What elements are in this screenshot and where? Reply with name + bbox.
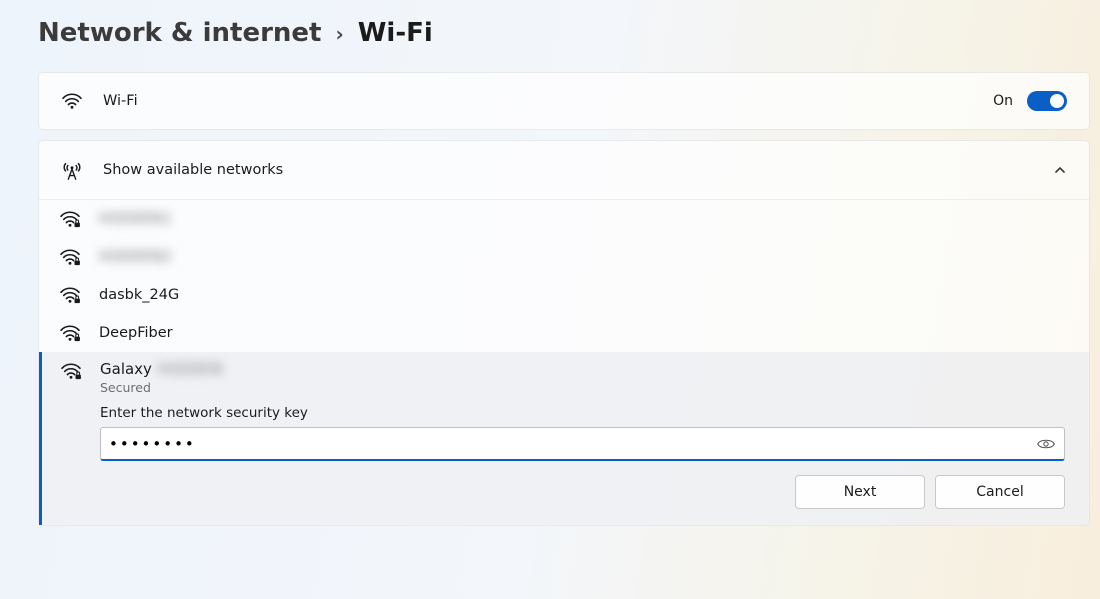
network-list: HIDDEN1 HIDDEN2 — [39, 200, 1089, 525]
available-networks-label: Show available networks — [103, 162, 1053, 178]
wifi-lock-icon — [60, 360, 100, 380]
wifi-toggle[interactable] — [1027, 91, 1067, 111]
chevron-right-icon: › — [335, 22, 343, 46]
network-item[interactable]: HIDDEN2 — [39, 238, 1089, 276]
network-ssid: HIDDEN1 — [99, 211, 173, 227]
network-ssid: DeepFiber — [99, 325, 173, 341]
password-input[interactable] — [109, 435, 1036, 453]
network-ssid: dasbk_24G — [99, 287, 179, 303]
wifi-icon — [61, 92, 103, 110]
available-networks-card: Show available networks HIDDEN1 — [38, 140, 1090, 526]
network-item[interactable]: DeepFiber — [39, 314, 1089, 352]
network-item[interactable]: HIDDEN1 — [39, 200, 1089, 238]
next-button[interactable]: Next — [795, 475, 925, 509]
network-ssid: HIDDEN2 — [99, 249, 173, 265]
wifi-lock-icon — [59, 248, 99, 266]
password-field-wrapper — [100, 427, 1065, 461]
selected-network-ssid-row: Galaxy HIDDEN — [100, 360, 223, 378]
breadcrumb-parent[interactable]: Network & internet — [38, 18, 321, 48]
network-item[interactable]: dasbk_24G — [39, 276, 1089, 314]
wifi-toggle-state: On — [993, 93, 1013, 109]
wifi-toggle-label: Wi-Fi — [103, 93, 993, 109]
password-prompt: Enter the network security key — [100, 405, 1071, 421]
secured-label: Secured — [100, 380, 223, 395]
selected-network-ssid-prefix: Galaxy — [100, 360, 152, 378]
wifi-lock-icon — [59, 324, 99, 342]
chevron-up-icon — [1053, 163, 1067, 177]
antenna-icon — [61, 159, 103, 181]
wifi-lock-icon — [59, 286, 99, 304]
cancel-button[interactable]: Cancel — [935, 475, 1065, 509]
wifi-toggle-row: Wi-Fi On — [38, 72, 1090, 130]
reveal-password-icon[interactable] — [1036, 437, 1056, 451]
available-networks-header[interactable]: Show available networks — [39, 141, 1089, 200]
breadcrumb-current: Wi-Fi — [358, 18, 433, 48]
network-item-selected: Galaxy HIDDEN Secured Enter the network … — [39, 352, 1089, 525]
breadcrumb: Network & internet › Wi-Fi — [38, 18, 1090, 48]
wifi-lock-icon — [59, 210, 99, 228]
selected-network-ssid-suffix: HIDDEN — [158, 360, 224, 378]
